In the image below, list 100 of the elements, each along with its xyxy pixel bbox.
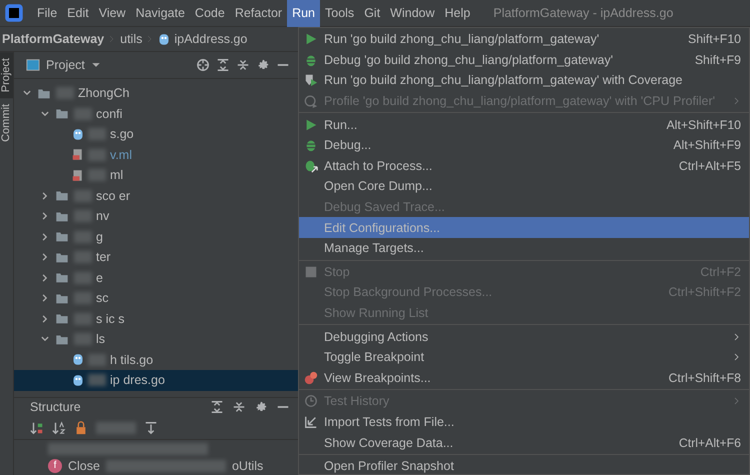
panel-title[interactable]: Structure [30, 400, 81, 414]
breadcrumb-item[interactable]: ipAddress.go [174, 32, 248, 46]
play-icon [304, 32, 318, 46]
menu-item[interactable]: Help [440, 0, 476, 26]
tree-item[interactable]: ip dres.go [14, 370, 298, 390]
chevron-right-icon [40, 190, 50, 201]
menu-item[interactable]: Navigate [130, 0, 190, 26]
sort-alpha-icon[interactable] [52, 421, 66, 436]
function-badge: f [48, 459, 62, 474]
tree-item[interactable]: sco er [14, 186, 298, 206]
folder-icon [54, 107, 70, 120]
tree-item[interactable]: h tils.go [14, 350, 298, 370]
folder-icon [54, 292, 70, 305]
gopher-file-icon [72, 126, 84, 142]
gopher-file-icon [72, 352, 84, 368]
settings-icon[interactable] [256, 58, 270, 72]
tool-window-tab[interactable]: Commit [0, 98, 13, 148]
menu-item[interactable]: Show Coverage Data... Ctrl+Alt+F6 [299, 432, 749, 453]
folder-icon [54, 250, 70, 264]
shortcut-label: Shift+F10 [688, 32, 741, 46]
expand-all-icon[interactable] [216, 58, 230, 72]
menu-item[interactable]: Refactor [230, 0, 288, 26]
gopher-file-icon [72, 372, 84, 388]
folder-icon [54, 271, 70, 284]
menu-item[interactable]: Attach to Process... Ctrl+Alt+F5 [299, 156, 749, 176]
gopher-file-icon [158, 32, 170, 46]
chevron-down-icon [40, 108, 50, 119]
menu-item[interactable]: Run... Alt+Shift+F10 [299, 114, 749, 135]
chevron-right-icon [40, 211, 50, 222]
menu-item[interactable]: Run 'go build zhong_chu_liang/platform_gateway' Shift+F10 [299, 29, 749, 50]
shortcut-label: Alt+Shift+F10 [666, 118, 741, 132]
tool-window-tab[interactable]: Project [0, 52, 13, 98]
menu-item[interactable]: Manage Targets... [299, 238, 749, 259]
breadcrumb-item[interactable]: PlatformGateway [2, 32, 104, 46]
menu-item[interactable]: Code [190, 0, 230, 26]
menu-item[interactable]: Open Core Dump... [299, 176, 749, 197]
chevron-right-icon [40, 232, 50, 242]
panel-title[interactable]: Project [46, 58, 85, 72]
folder-icon [36, 86, 52, 100]
tree-item[interactable]: v.ml [14, 144, 298, 165]
collapse-all-icon[interactable] [236, 58, 250, 72]
lock-icon[interactable] [74, 421, 88, 436]
menu-item[interactable]: Run 'go build zhong_chu_liang/platform_gateway' with Coverage [299, 70, 749, 91]
shield-play-icon [304, 73, 318, 88]
tree-item[interactable]: nv [14, 206, 298, 226]
folder-icon [54, 189, 70, 202]
sort-icon[interactable] [30, 421, 44, 436]
menu-item[interactable]: Import Tests from File... [299, 412, 749, 432]
import-icon [304, 414, 318, 429]
tree-item[interactable]: ls [14, 329, 298, 350]
menu-item[interactable]: File [32, 0, 62, 26]
play-icon [304, 118, 318, 132]
bug-icon [304, 52, 318, 67]
tree-item[interactable]: confi [14, 104, 298, 124]
clock-icon [304, 394, 318, 408]
breadcrumb-item[interactable]: utils [120, 32, 142, 46]
align-bottom-icon[interactable] [144, 421, 158, 436]
menu-item[interactable]: Git [359, 0, 386, 26]
chevron-right-icon [40, 293, 50, 304]
collapse-all-icon[interactable] [232, 400, 246, 414]
yaml-file-icon [72, 168, 84, 183]
structure-item[interactable]: Close [68, 459, 100, 474]
chevron-right-icon [40, 252, 50, 262]
shortcut-label: Shift+F9 [694, 52, 741, 67]
bug-arrow-icon [304, 158, 318, 173]
menu-item[interactable]: Edit [62, 0, 94, 26]
breakpoints-icon [304, 370, 318, 385]
folder-icon [54, 230, 70, 244]
folder-icon [54, 312, 70, 326]
tree-item[interactable]: e [14, 268, 298, 288]
menu-item[interactable]: View [94, 0, 131, 26]
stop-icon [304, 264, 318, 279]
chevron-right-icon [40, 314, 50, 324]
menu-item[interactable]: Toggle Breakpoint [299, 346, 749, 368]
window-icon [26, 58, 40, 72]
tree-item[interactable]: g [14, 226, 298, 247]
crosshair-icon[interactable] [196, 58, 210, 72]
tree-item[interactable]: sc [14, 288, 298, 308]
menu-item[interactable]: Debugging Actions [299, 326, 749, 347]
window-title: PlatformGateway - ipAddress.go [493, 6, 674, 20]
shortcut-label: Ctrl+Alt+F5 [678, 158, 741, 173]
tree-item[interactable]: ml [14, 165, 298, 186]
expand-all-icon[interactable] [210, 400, 224, 414]
menu-item[interactable]: Debug 'go build zhong_chu_liang/platform_gateway' Shift+F9 [299, 50, 749, 70]
folder-icon [54, 210, 70, 223]
shortcut-label: Alt+Shift+F9 [673, 138, 741, 152]
menu-item[interactable]: Open Profiler Snapshot [299, 456, 749, 475]
chevron-right-icon [40, 272, 50, 283]
tree-item[interactable]: ter [14, 247, 298, 268]
menu-item[interactable]: Tools [320, 0, 360, 26]
tree-item[interactable]: ZhongCh [14, 83, 298, 104]
menu-item[interactable]: Debug... Alt+Shift+F9 [299, 134, 749, 156]
menu-item[interactable]: View Breakpoints... Ctrl+Shift+F8 [299, 368, 749, 388]
menu-item[interactable]: Run [287, 0, 320, 26]
menu-item[interactable]: Window [385, 0, 440, 26]
yaml-file-icon [72, 147, 84, 162]
app-logo-icon [4, 3, 24, 23]
tree-item[interactable]: s.go [14, 124, 298, 144]
tree-item[interactable]: s ic s [14, 308, 298, 329]
shortcut-label: Ctrl+Alt+F6 [678, 436, 741, 450]
